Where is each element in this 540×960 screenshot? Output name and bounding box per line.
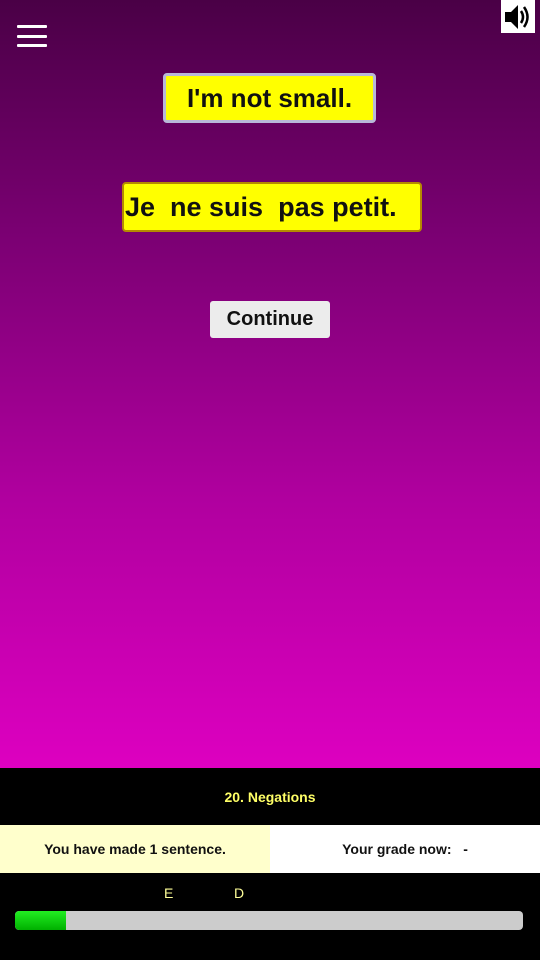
grade-mark-e: E: [164, 885, 174, 901]
french-sentence: Je ne suis pas petit.: [122, 182, 422, 232]
lesson-screen: I'm not small. Je ne suis pas petit. Con…: [0, 0, 540, 768]
continue-button[interactable]: Continue: [210, 301, 330, 338]
progress-fill: [15, 911, 66, 930]
hamburger-menu-icon[interactable]: [17, 25, 47, 47]
progress-area: E D: [0, 873, 540, 960]
stats-bar: You have made 1 sentence. Your grade now…: [0, 825, 540, 873]
lesson-title: 20. Negations: [0, 768, 540, 825]
sentences-made-text: You have made 1 sentence.: [0, 825, 270, 873]
speaker-volume-icon[interactable]: [501, 0, 535, 33]
grade-mark-d: D: [234, 885, 245, 901]
progress-bar: [15, 911, 523, 930]
current-grade-text: Your grade now: -: [270, 825, 540, 873]
english-sentence: I'm not small.: [163, 73, 376, 123]
